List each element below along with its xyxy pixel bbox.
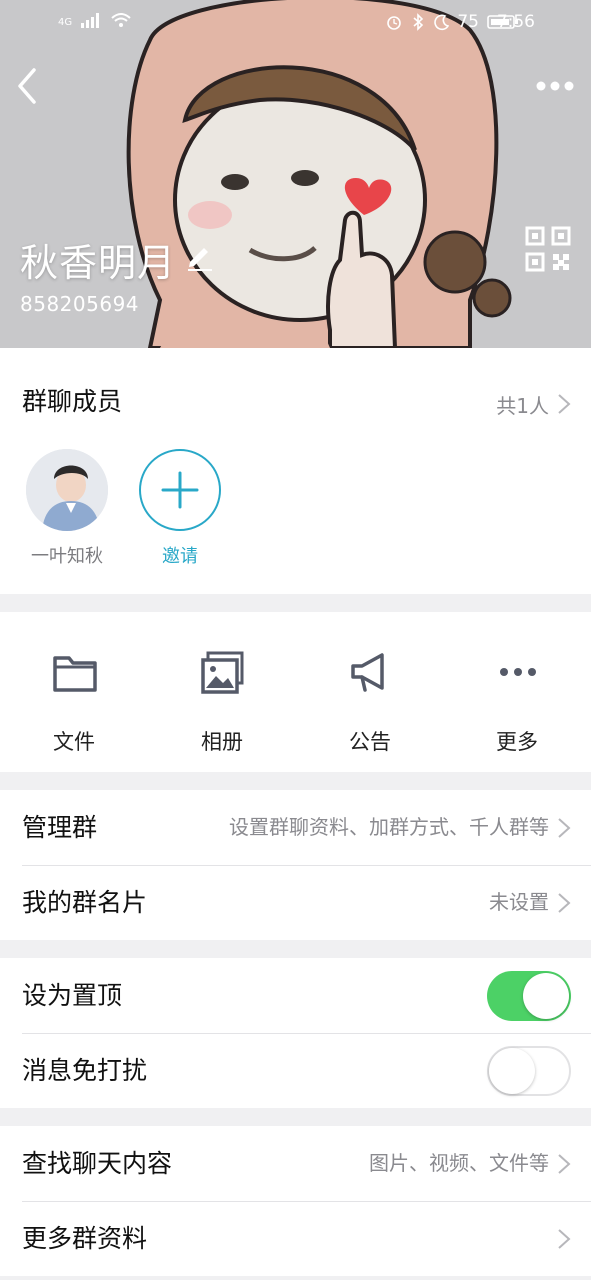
megaphone-icon bbox=[351, 653, 384, 692]
status-bar: 4G 75 7:56 bbox=[0, 0, 591, 46]
search-section: 查找聊天内容 图片、视频、文件等 更多群资料 bbox=[0, 1126, 591, 1276]
group-card-value: 未设置 bbox=[489, 890, 549, 914]
wifi-icon bbox=[111, 13, 131, 27]
action-more[interactable]: 更多 bbox=[443, 612, 591, 772]
action-announcement-label: 公告 bbox=[349, 730, 391, 754]
group-header: 4G 75 7:56 秋香明月 858205694 bbox=[0, 0, 591, 348]
bluetooth-icon bbox=[413, 13, 424, 31]
chevron-right-icon bbox=[558, 893, 571, 913]
group-name: 秋香明月 bbox=[20, 241, 177, 285]
back-arrow-icon[interactable] bbox=[12, 62, 44, 110]
manage-group-value: 设置群聊资料、加群方式、千人群等 bbox=[229, 815, 549, 839]
battery-percent: 75 bbox=[457, 12, 479, 32]
mute-toggle[interactable] bbox=[487, 1046, 571, 1096]
network-label: 4G bbox=[58, 17, 73, 28]
toggle-knob bbox=[523, 973, 569, 1019]
invite-button[interactable] bbox=[139, 449, 221, 531]
toggle-section: 设为置顶 消息免打扰 bbox=[0, 958, 591, 1108]
member-avatar-image bbox=[26, 449, 108, 531]
row-manage-group[interactable]: 管理群 设置群聊资料、加群方式、千人群等 bbox=[0, 790, 591, 865]
search-history-value: 图片、视频、文件等 bbox=[369, 1151, 549, 1175]
chevron-right-icon bbox=[558, 1154, 571, 1174]
plus-icon bbox=[161, 471, 199, 509]
action-file[interactable]: 文件 bbox=[0, 612, 148, 772]
status-left: 4G bbox=[58, 12, 132, 28]
more-dots-icon[interactable] bbox=[535, 76, 575, 96]
alarm-icon bbox=[387, 16, 402, 30]
toggle-knob bbox=[489, 1048, 535, 1094]
members-chevron-icon[interactable] bbox=[557, 393, 571, 415]
row-group-card[interactable]: 我的群名片 未设置 bbox=[0, 865, 591, 940]
manage-group-label: 管理群 bbox=[22, 813, 98, 842]
more-info-label: 更多群资料 bbox=[22, 1224, 148, 1253]
chevron-right-icon bbox=[558, 1229, 571, 1249]
pin-top-label: 设为置顶 bbox=[22, 981, 123, 1010]
group-settings-page: 4G 75 7:56 秋香明月 858205694 群聊成员 共1人 一叶知秋 … bbox=[0, 0, 591, 1280]
more-icon bbox=[500, 668, 536, 676]
chevron-right-icon bbox=[558, 818, 571, 838]
row-mute: 消息免打扰 bbox=[0, 1033, 591, 1108]
manage-section: 管理群 设置群聊资料、加群方式、千人群等 我的群名片 未设置 bbox=[0, 790, 591, 940]
row-more-info[interactable]: 更多群资料 bbox=[0, 1201, 591, 1276]
edit-pencil-icon[interactable] bbox=[184, 240, 216, 272]
mute-label: 消息免打扰 bbox=[22, 1056, 148, 1085]
pin-top-toggle[interactable] bbox=[487, 971, 571, 1021]
members-title: 群聊成员 bbox=[22, 387, 123, 416]
member-name: 一叶知秋 bbox=[31, 546, 103, 567]
row-search-history[interactable]: 查找聊天内容 图片、视频、文件等 bbox=[0, 1126, 591, 1201]
action-more-label: 更多 bbox=[496, 730, 538, 754]
action-album-label: 相册 bbox=[201, 730, 243, 754]
qr-code-icon[interactable] bbox=[525, 226, 571, 272]
members-count[interactable]: 共1人 bbox=[496, 390, 549, 419]
group-id: 858205694 bbox=[20, 292, 140, 316]
invite-label[interactable]: 邀请 bbox=[131, 542, 229, 568]
row-pin-top: 设为置顶 bbox=[0, 958, 591, 1033]
action-file-label: 文件 bbox=[53, 730, 95, 754]
album-icon bbox=[201, 651, 244, 694]
folder-icon bbox=[53, 656, 97, 692]
search-history-label: 查找聊天内容 bbox=[22, 1149, 173, 1178]
clock-time: 7:56 bbox=[496, 12, 535, 32]
moon-icon bbox=[434, 14, 450, 31]
group-card-label: 我的群名片 bbox=[22, 888, 148, 917]
signal-icon bbox=[81, 13, 100, 28]
action-announcement[interactable]: 公告 bbox=[296, 612, 444, 772]
member-avatar[interactable] bbox=[26, 449, 108, 531]
action-album[interactable]: 相册 bbox=[148, 612, 296, 772]
